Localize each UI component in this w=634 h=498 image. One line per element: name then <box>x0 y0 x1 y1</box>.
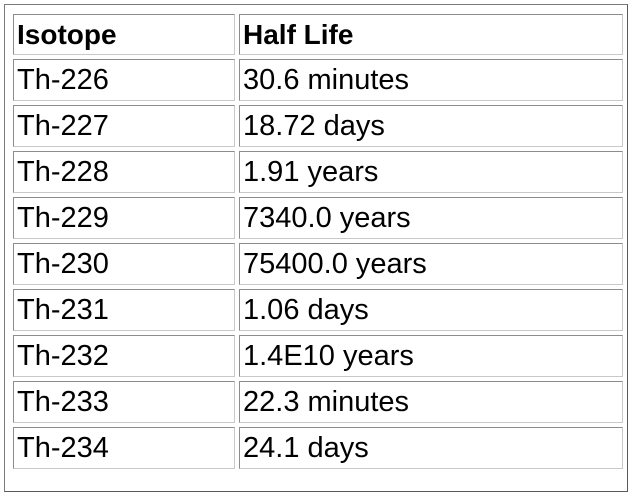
table-row: Th-228 1.91 years <box>13 151 623 193</box>
half-life-cell: 30.6 minutes <box>239 59 623 101</box>
header-half-life: Half Life <box>239 14 623 55</box>
table-row: Th-229 7340.0 years <box>13 197 623 239</box>
isotope-cell: Th-233 <box>13 381 235 423</box>
table-frame: Isotope Half Life Th-226 30.6 minutes Th… <box>4 4 628 492</box>
half-life-cell: 7340.0 years <box>239 197 623 239</box>
table-header: Isotope Half Life <box>13 14 623 55</box>
isotope-half-life-table: Isotope Half Life Th-226 30.6 minutes Th… <box>9 10 627 473</box>
table-body: Th-226 30.6 minutes Th-227 18.72 days Th… <box>13 59 623 469</box>
table-row: Th-234 24.1 days <box>13 427 623 469</box>
half-life-cell: 24.1 days <box>239 427 623 469</box>
isotope-cell: Th-228 <box>13 151 235 193</box>
half-life-cell: 75400.0 years <box>239 243 623 285</box>
table-row: Th-231 1.06 days <box>13 289 623 331</box>
half-life-cell: 1.06 days <box>239 289 623 331</box>
isotope-cell: Th-234 <box>13 427 235 469</box>
table-row: Th-226 30.6 minutes <box>13 59 623 101</box>
header-row: Isotope Half Life <box>13 14 623 55</box>
table-row: Th-230 75400.0 years <box>13 243 623 285</box>
isotope-cell: Th-227 <box>13 105 235 147</box>
table-row: Th-227 18.72 days <box>13 105 623 147</box>
isotope-cell: Th-230 <box>13 243 235 285</box>
isotope-cell: Th-229 <box>13 197 235 239</box>
half-life-cell: 1.91 years <box>239 151 623 193</box>
table-row: Th-233 22.3 minutes <box>13 381 623 423</box>
half-life-cell: 22.3 minutes <box>239 381 623 423</box>
isotope-cell: Th-226 <box>13 59 235 101</box>
half-life-cell: 18.72 days <box>239 105 623 147</box>
header-isotope: Isotope <box>13 14 235 55</box>
half-life-cell: 1.4E10 years <box>239 335 623 377</box>
isotope-cell: Th-232 <box>13 335 235 377</box>
isotope-cell: Th-231 <box>13 289 235 331</box>
table-row: Th-232 1.4E10 years <box>13 335 623 377</box>
